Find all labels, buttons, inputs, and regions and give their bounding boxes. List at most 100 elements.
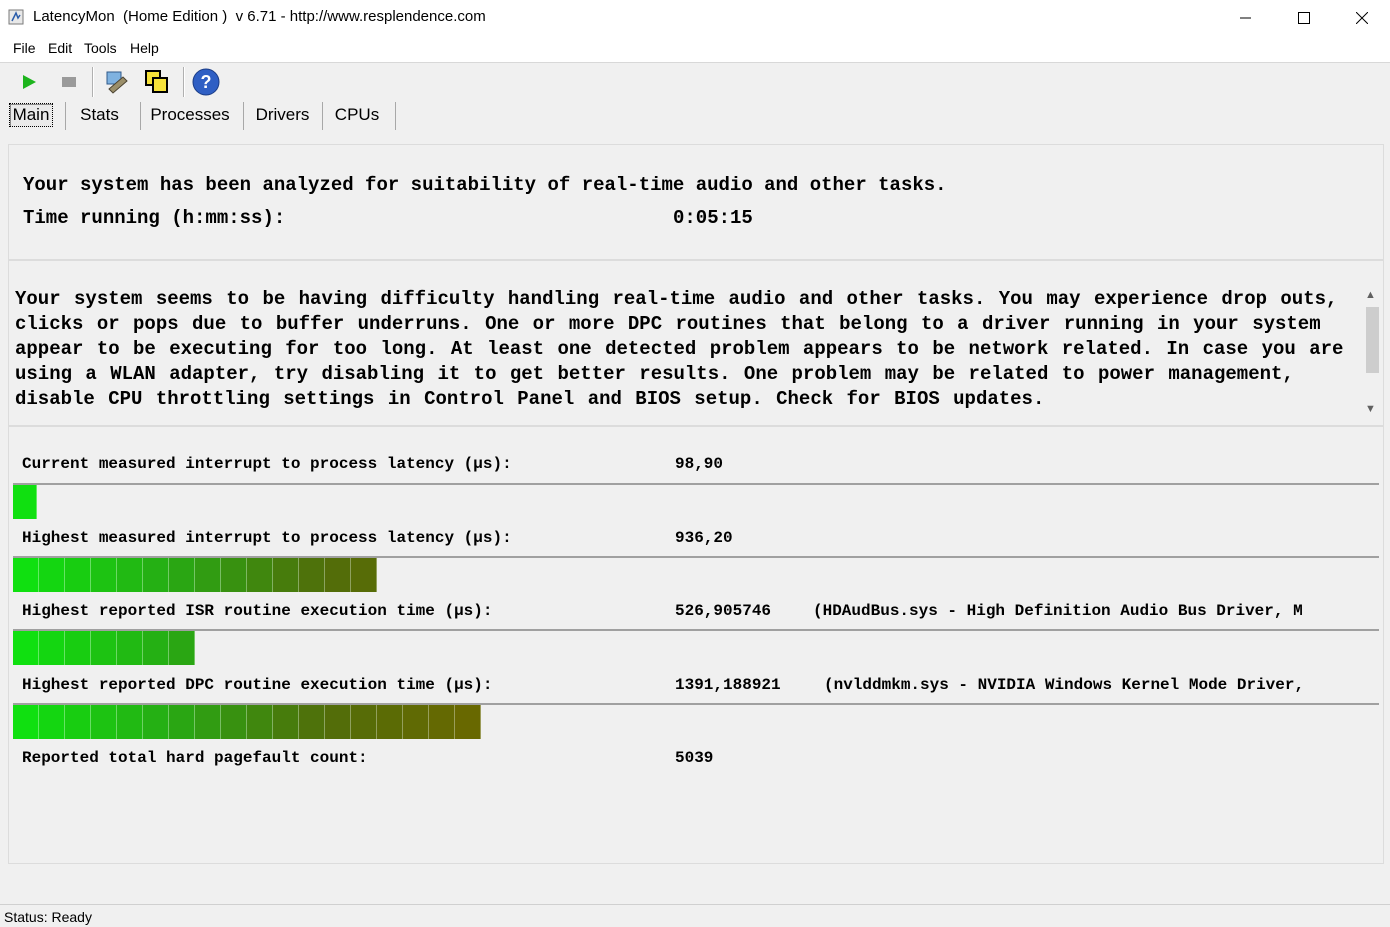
bar-segment [195, 558, 221, 592]
metric-detail: (nvlddmkm.sys - NVIDIA Windows Kernel Mo… [824, 676, 1305, 694]
pagefault-value: 5039 [675, 749, 714, 767]
bar-segment [429, 705, 455, 739]
bar-segment [351, 558, 377, 592]
bar-segment [169, 705, 195, 739]
latency-bar [13, 483, 1379, 519]
bar-segment [299, 705, 325, 739]
status-bar: Status: Ready [0, 904, 1390, 927]
bar-segment [273, 558, 299, 592]
metric-value: 1391,188921 [675, 676, 781, 694]
bar-segment [65, 631, 91, 665]
scrollbar-thumb[interactable] [1366, 307, 1379, 373]
tab-processes[interactable]: Processes [142, 99, 238, 131]
copy-button[interactable] [142, 67, 172, 97]
menu-bar: File Edit Tools Help [0, 36, 1390, 63]
bar-segment [455, 705, 481, 739]
bar-segment [273, 705, 299, 739]
tab-label: Processes [150, 105, 230, 124]
message-scrollbar[interactable]: ▲ ▼ [1362, 287, 1383, 423]
bar-segment [65, 705, 91, 739]
bar-segment [377, 705, 403, 739]
bar-segment [247, 558, 273, 592]
latency-bar [13, 629, 1379, 665]
bar-segment [91, 558, 117, 592]
bar-segment [325, 705, 351, 739]
help-icon: ? [192, 68, 220, 96]
time-running-value: 0:05:15 [673, 207, 753, 229]
bar-segment [117, 558, 143, 592]
bar-segment [13, 558, 39, 592]
status-text: Status: Ready [4, 909, 92, 925]
tab-label: CPUs [334, 105, 380, 124]
toolbar: ? [0, 63, 1390, 101]
time-running-label: Time running (h:mm:ss): [23, 207, 286, 229]
minimize-button[interactable] [1217, 0, 1275, 36]
bar-segment [351, 705, 377, 739]
metric-label: Highest reported ISR routine execution t… [22, 602, 493, 620]
bar-segment [299, 558, 325, 592]
bar-fill [13, 485, 37, 519]
start-button[interactable] [14, 67, 44, 97]
bar-segment [117, 705, 143, 739]
play-icon [23, 75, 36, 89]
bar-segment [143, 705, 169, 739]
maximize-icon [1298, 12, 1310, 24]
metrics-panel: Current measured interrupt to process la… [8, 426, 1384, 864]
bar-segment [13, 705, 39, 739]
metric-label: Current measured interrupt to process la… [22, 455, 512, 473]
latency-bar [13, 556, 1379, 592]
tab-cpus[interactable]: CPUs [324, 99, 390, 131]
bar-segment [65, 558, 91, 592]
bar-segment [247, 705, 273, 739]
bar-segment [39, 558, 65, 592]
summary-panel: Your system has been analyzed for suitab… [8, 144, 1384, 260]
bar-segment [91, 631, 117, 665]
close-button[interactable] [1333, 0, 1390, 36]
maximize-button[interactable] [1275, 0, 1333, 36]
bar-segment [143, 558, 169, 592]
bar-fill [13, 705, 481, 739]
stop-icon [62, 77, 76, 87]
metric-label: Highest reported DPC routine execution t… [22, 676, 493, 694]
bar-segment [117, 631, 143, 665]
metric-detail: (HDAudBus.sys - High Definition Audio Bu… [813, 602, 1303, 620]
tab-label: Main [8, 103, 54, 127]
minimize-icon [1240, 17, 1251, 19]
bar-segment [91, 705, 117, 739]
help-button[interactable]: ? [191, 67, 221, 97]
bar-segment [221, 558, 247, 592]
menu-file[interactable]: File [13, 40, 36, 56]
toolbar-separator [183, 67, 185, 97]
menu-edit[interactable]: Edit [48, 40, 72, 56]
network-icon [106, 71, 128, 94]
bar-segment [169, 558, 195, 592]
pagefault-label: Reported total hard pagefault count: [22, 749, 368, 767]
metric-value: 526,905746 [675, 602, 772, 620]
tab-label: Drivers [255, 105, 310, 124]
scroll-down-icon[interactable]: ▼ [1365, 403, 1376, 415]
scroll-up-icon[interactable]: ▲ [1365, 289, 1376, 301]
tab-stats[interactable]: Stats [67, 99, 132, 131]
network-button[interactable] [101, 67, 131, 97]
bar-segment [403, 705, 429, 739]
message-panel: Your system seems to be having difficult… [8, 260, 1384, 426]
menu-tools[interactable]: Tools [84, 40, 117, 56]
latency-bar [13, 703, 1379, 739]
latencymon-icon [8, 9, 24, 25]
bar-segment [39, 705, 65, 739]
bar-segment [221, 705, 247, 739]
analysis-text: Your system has been analyzed for suitab… [23, 174, 947, 196]
tab-drivers[interactable]: Drivers [245, 99, 320, 131]
bar-segment [13, 631, 39, 665]
close-icon [1356, 12, 1368, 24]
metric-label: Highest measured interrupt to process la… [22, 529, 512, 547]
tab-main[interactable]: Main [2, 99, 60, 131]
title-bar: LatencyMon (Home Edition ) v 6.71 - http… [0, 0, 1390, 36]
metric-value: 98,90 [675, 455, 724, 473]
stop-button[interactable] [54, 67, 84, 97]
bar-segment [39, 631, 65, 665]
menu-help[interactable]: Help [130, 40, 159, 56]
bar-segment [195, 705, 221, 739]
window-title: LatencyMon (Home Edition ) v 6.71 - http… [33, 8, 486, 25]
svg-text:?: ? [201, 72, 212, 92]
